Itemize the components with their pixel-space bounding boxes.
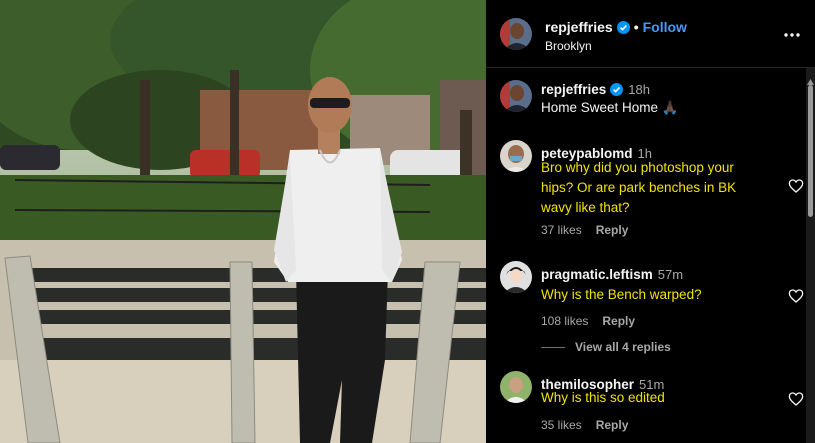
caption-avatar[interactable] bbox=[500, 80, 532, 112]
scrollbar-thumb[interactable] bbox=[808, 85, 813, 217]
follow-button[interactable]: Follow bbox=[643, 19, 687, 35]
comment-text: Why is the Bench warped? bbox=[541, 287, 702, 302]
caption-item: repjeffries 18h Home Sweet Home 🙏🏿 bbox=[486, 80, 806, 140]
comment-likes[interactable]: 108 likes bbox=[541, 314, 588, 328]
commenter-avatar[interactable] bbox=[500, 261, 532, 293]
reply-button[interactable]: Reply bbox=[602, 314, 635, 328]
comment-item: pragmatic.leftism 57m Why is the Bench wa… bbox=[486, 261, 806, 331]
post-location[interactable]: Brooklyn bbox=[545, 39, 592, 53]
commenter-avatar[interactable] bbox=[500, 140, 532, 172]
comment-header: pragmatic.leftism 57m bbox=[541, 267, 683, 282]
post-sidebar: repjeffries • Follow Brooklyn repjeffries 1… bbox=[486, 0, 815, 443]
caption-time[interactable]: 18h bbox=[628, 82, 650, 97]
replies-divider bbox=[541, 347, 565, 349]
comments-scrollbar[interactable] bbox=[806, 68, 815, 443]
reply-button[interactable]: Reply bbox=[596, 223, 629, 237]
comment-meta: 35 likes Reply bbox=[541, 418, 642, 432]
caption-header: repjeffries 18h bbox=[541, 82, 650, 97]
comment-text: Why is this so edited bbox=[541, 390, 665, 405]
comments-list: repjeffries 18h Home Sweet Home 🙏🏿 peteyp… bbox=[486, 68, 806, 443]
view-replies-button[interactable]: View all 4 replies bbox=[541, 340, 671, 354]
comment-likes[interactable]: 35 likes bbox=[541, 418, 582, 432]
verified-badge-icon bbox=[610, 83, 624, 96]
comment-text: Bro why did you photoshop your hips? Or … bbox=[541, 160, 737, 215]
comment-username[interactable]: pragmatic.leftism bbox=[541, 267, 653, 282]
commenter-avatar[interactable] bbox=[500, 371, 532, 403]
comment-time[interactable]: 57m bbox=[658, 267, 683, 282]
comment-item: peteypablomd 1h Bro why did you photoshop… bbox=[486, 140, 806, 250]
scroll-up-arrow-icon[interactable] bbox=[807, 72, 814, 85]
separator-dot: • bbox=[633, 19, 639, 35]
comment-meta: 37 likes Reply bbox=[541, 223, 642, 237]
post-header: repjeffries • Follow Brooklyn bbox=[486, 0, 815, 68]
more-options-icon[interactable] bbox=[783, 26, 801, 44]
heart-icon[interactable] bbox=[788, 391, 804, 407]
author-username[interactable]: repjeffries bbox=[545, 19, 613, 35]
author-line: repjeffries • Follow bbox=[545, 19, 687, 35]
view-replies-label: View all 4 replies bbox=[575, 340, 671, 354]
caption-username[interactable]: repjeffries bbox=[541, 82, 606, 97]
heart-icon[interactable] bbox=[788, 288, 804, 304]
reply-button[interactable]: Reply bbox=[596, 418, 629, 432]
heart-icon[interactable] bbox=[788, 178, 804, 194]
verified-badge-icon bbox=[616, 21, 630, 34]
comment-item: themilosopher 51m Why is this so edited 3… bbox=[486, 371, 806, 441]
caption-text: Home Sweet Home 🙏🏿 bbox=[541, 100, 679, 115]
post-photo[interactable] bbox=[0, 0, 486, 443]
comment-meta: 108 likes Reply bbox=[541, 314, 649, 328]
post-photo-image bbox=[0, 0, 486, 443]
author-avatar[interactable] bbox=[500, 18, 532, 50]
comment-likes[interactable]: 37 likes bbox=[541, 223, 582, 237]
